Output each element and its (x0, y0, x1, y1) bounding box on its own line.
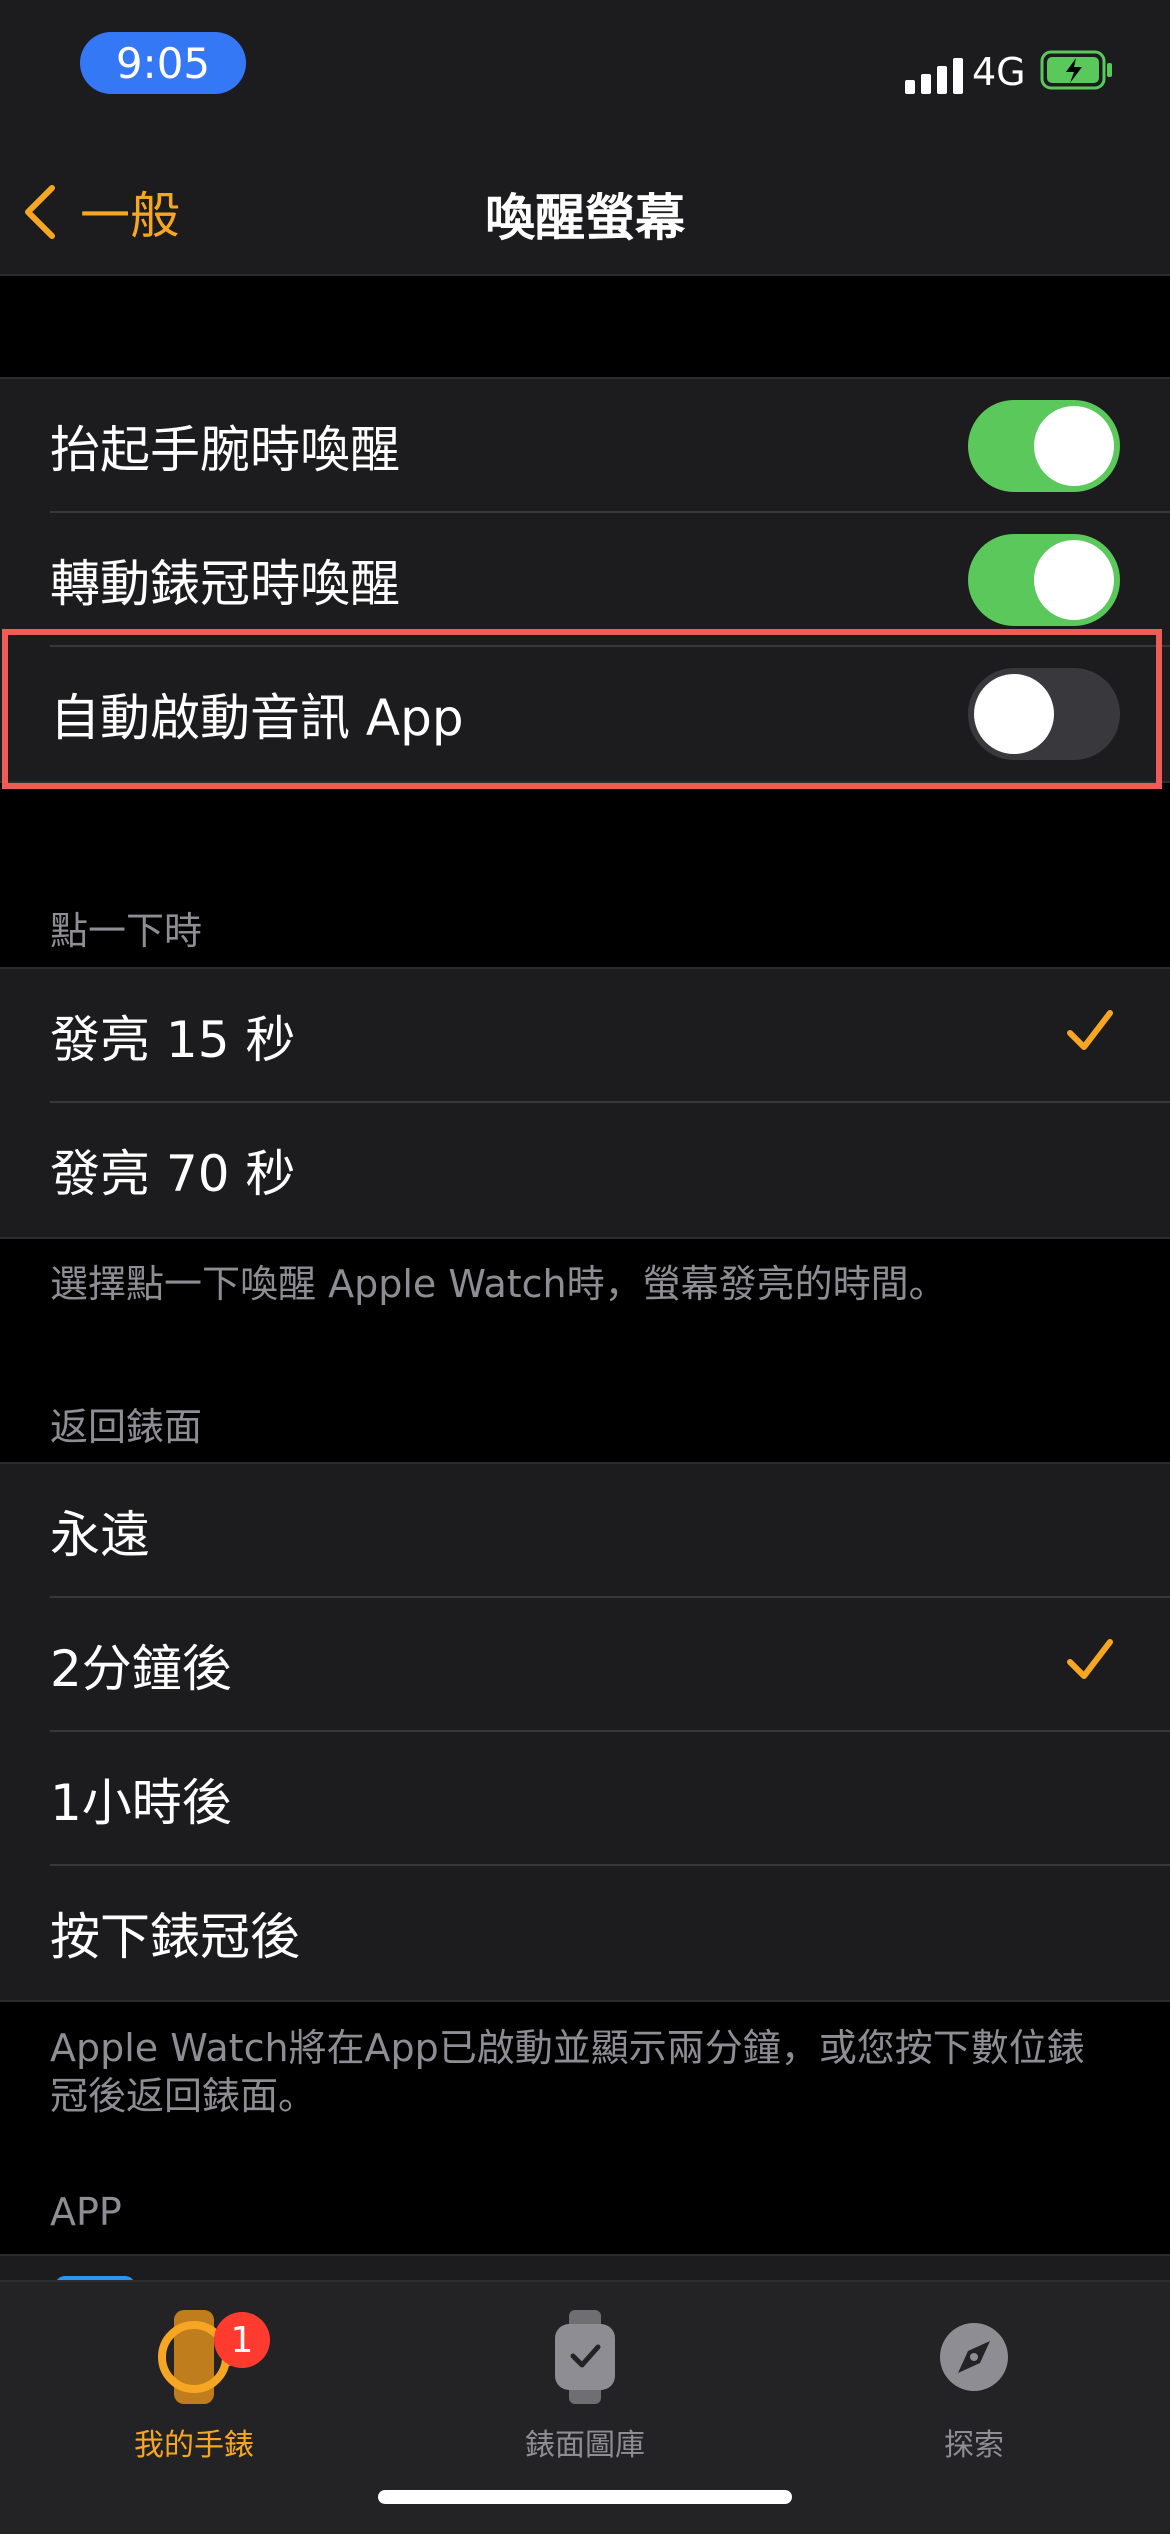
checkmark-icon (1067, 1010, 1113, 1050)
option-label: 發亮 70 秒 (50, 1145, 296, 1203)
notification-badge: 1 (214, 2312, 270, 2368)
section-header-app: APP (50, 2190, 122, 2234)
signal-icon (905, 56, 963, 94)
wake-toggles-group: 抬起手腕時喚醒 轉動錶冠時喚醒 自動啟動音訊 App (0, 377, 1170, 783)
network-label: 4G (972, 50, 1026, 94)
option-wake-15s[interactable]: 發亮 15 秒 (0, 969, 1170, 1103)
tab-face-gallery[interactable]: 錶面圖庫 (455, 2302, 715, 2464)
option-label: 按下錶冠後 (50, 1908, 300, 1966)
option-label: 發亮 15 秒 (50, 1011, 296, 1069)
crown-wake-toggle[interactable] (968, 534, 1120, 626)
option-wake-70s[interactable]: 發亮 70 秒 (0, 1103, 1170, 1237)
option-label: 永遠 (50, 1506, 150, 1564)
option-label: 1小時後 (50, 1774, 232, 1832)
checkmark-icon (1067, 1639, 1113, 1679)
status-time: 9:05 (80, 32, 246, 94)
tab-label: 錶面圖庫 (525, 2428, 645, 2463)
toggle-label: 自動啟動音訊 App (50, 689, 464, 747)
toggle-row-raise-wrist: 抬起手腕時喚醒 (0, 379, 1170, 513)
page-title: 喚醒螢幕 (485, 189, 685, 247)
option-1-hour[interactable]: 1小時後 (0, 1732, 1170, 1866)
raise-wrist-toggle[interactable] (968, 400, 1120, 492)
watch-face-gallery-icon (555, 2310, 615, 2404)
tap-options-group: 發亮 15 秒 發亮 70 秒 (0, 967, 1170, 1239)
option-always[interactable]: 永遠 (0, 1464, 1170, 1598)
auto-launch-audio-toggle[interactable] (968, 668, 1120, 760)
toggle-label: 轉動錶冠時喚醒 (50, 555, 400, 613)
app-list-group (0, 2254, 1170, 2282)
return-options-group: 永遠 2分鐘後 1小時後 按下錶冠後 (0, 1462, 1170, 2002)
option-press-crown[interactable]: 按下錶冠後 (0, 1866, 1170, 2000)
toggle-label: 抬起手腕時喚醒 (50, 421, 400, 479)
tab-label: 探索 (944, 2428, 1004, 2463)
tab-discover[interactable]: 探索 (844, 2302, 1104, 2464)
toggle-row-crown: 轉動錶冠時喚醒 (0, 513, 1170, 647)
option-label: 2分鐘後 (50, 1640, 232, 1698)
toggle-row-audio-app: 自動啟動音訊 App (0, 647, 1170, 781)
navigation-bar: 一般 喚醒螢幕 (0, 140, 1170, 276)
tab-my-watch[interactable]: 1 我的手錶 (64, 2302, 324, 2464)
section-header-tap: 點一下時 (50, 909, 203, 953)
return-footer: Apple Watch將在App已啟動並顯示兩分鐘，或您按下數位錶冠後返回錶面。 (50, 2026, 1085, 2118)
status-bar: 9:05 4G (0, 0, 1170, 140)
home-indicator (378, 2490, 792, 2504)
section-header-return: 返回錶面 (50, 1405, 203, 1449)
tab-label: 我的手錶 (134, 2428, 254, 2463)
compass-icon (940, 2323, 1008, 2391)
battery-icon (1040, 50, 1114, 94)
tap-footer: 選擇點一下喚醒 Apple Watch時，螢幕發亮的時間。 (50, 1262, 947, 1306)
option-2-minutes[interactable]: 2分鐘後 (0, 1598, 1170, 1732)
